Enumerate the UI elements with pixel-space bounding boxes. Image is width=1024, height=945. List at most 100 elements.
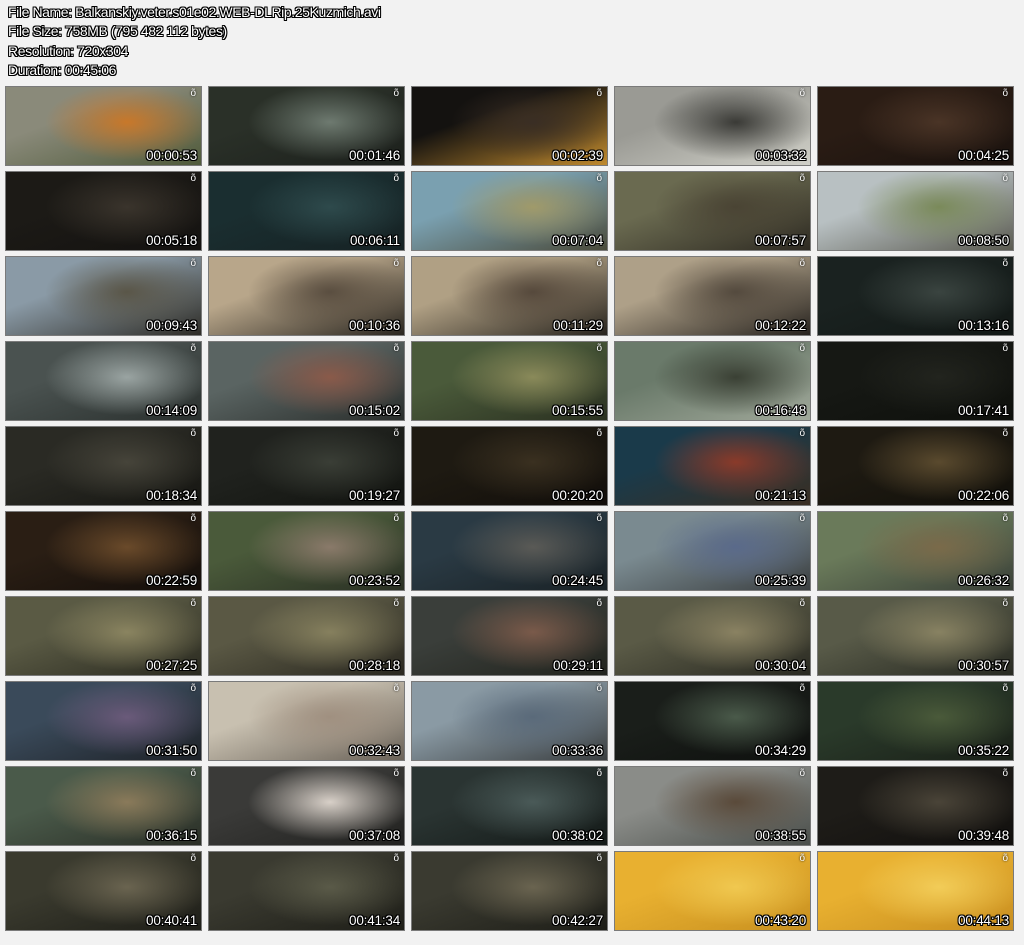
thumbnail-timestamp: 00:44:13 [958,913,1009,928]
tile-corner-icon: õ [190,768,196,779]
thumbnail-timestamp: 00:20:20 [552,488,603,503]
tile-corner-icon: õ [1002,173,1008,184]
thumbnail: õ 00:22:59 [5,511,202,591]
tile-corner-icon: õ [1002,428,1008,439]
tile-corner-icon: õ [190,88,196,99]
thumbnail-timestamp: 00:28:18 [349,658,400,673]
thumbnail-timestamp: 00:11:29 [553,318,603,333]
thumbnail-timestamp: 00:00:53 [146,148,197,163]
thumbnail-grid: õ 00:00:53 õ 00:01:46 õ 00:02:39 õ 00:03:32 õ 00:… [5,86,1019,931]
thumbnail: õ 00:26:32 [817,511,1014,591]
thumbnail: õ 00:24:45 [411,511,608,591]
thumbnail-timestamp: 00:42:27 [552,913,603,928]
thumbnail: õ 00:13:16 [817,256,1014,336]
thumbnail: õ 00:29:11 [411,596,608,676]
tile-corner-icon: õ [799,853,805,864]
tile-corner-icon: õ [393,513,399,524]
file-size-line: File Size: 758MB (795 482 112 bytes) [8,23,227,40]
thumbnail-timestamp: 00:07:04 [552,233,603,248]
thumbnail: õ 00:30:04 [614,596,811,676]
thumbnail: õ 00:35:22 [817,681,1014,761]
thumbnail-timestamp: 00:16:48 [755,403,806,418]
thumbnail: õ 00:32:43 [208,681,405,761]
tile-corner-icon: õ [799,683,805,694]
tile-corner-icon: õ [799,513,805,524]
thumbnail-timestamp: 00:40:41 [146,913,197,928]
thumbnail: õ 00:04:25 [817,86,1014,166]
tile-corner-icon: õ [596,598,602,609]
thumbnail-timestamp: 00:26:32 [958,573,1009,588]
tile-corner-icon: õ [393,343,399,354]
thumbnail-timestamp: 00:37:08 [349,828,400,843]
tile-corner-icon: õ [393,853,399,864]
thumbnail-timestamp: 00:19:27 [349,488,400,503]
thumbnail: õ 00:43:20 [614,851,811,931]
tile-corner-icon: õ [799,428,805,439]
tile-corner-icon: õ [799,598,805,609]
thumbnail-timestamp: 00:30:57 [958,658,1009,673]
thumbnail-timestamp: 00:23:52 [349,573,400,588]
thumbnail: õ 00:08:50 [817,171,1014,251]
tile-corner-icon: õ [393,428,399,439]
thumbnail-timestamp: 00:30:04 [755,658,806,673]
tile-corner-icon: õ [190,343,196,354]
thumbnail-timestamp: 00:38:55 [755,828,806,843]
thumbnail: õ 00:41:34 [208,851,405,931]
thumbnail-timestamp: 00:12:22 [755,318,806,333]
thumbnail-timestamp: 00:06:11 [350,233,400,248]
file-info-header: File Name: Balkanskiy.veter.s01e02.WEB-D… [8,3,1016,80]
thumbnail: õ 00:23:52 [208,511,405,591]
thumbnail: õ 00:15:55 [411,341,608,421]
thumbnail-timestamp: 00:18:34 [146,488,197,503]
tile-corner-icon: õ [190,598,196,609]
thumbnail: õ 00:16:48 [614,341,811,421]
tile-corner-icon: õ [799,258,805,269]
thumbnail-timestamp: 00:21:13 [755,488,806,503]
thumbnail-timestamp: 00:10:36 [349,318,400,333]
tile-corner-icon: õ [596,853,602,864]
thumbnail: õ 00:12:22 [614,256,811,336]
thumbnail: õ 00:39:48 [817,766,1014,846]
tile-corner-icon: õ [393,598,399,609]
thumbnail-timestamp: 00:04:25 [958,148,1009,163]
thumbnail: õ 00:05:18 [5,171,202,251]
tile-corner-icon: õ [1002,598,1008,609]
tile-corner-icon: õ [596,513,602,524]
tile-corner-icon: õ [596,173,602,184]
thumbnail: õ 00:37:08 [208,766,405,846]
tile-corner-icon: õ [190,428,196,439]
tile-corner-icon: õ [1002,88,1008,99]
thumbnail-timestamp: 00:13:16 [958,318,1009,333]
tile-corner-icon: õ [596,428,602,439]
thumbnail-timestamp: 00:27:25 [146,658,197,673]
thumbnail: õ 00:34:29 [614,681,811,761]
thumbnail: õ 00:07:04 [411,171,608,251]
thumbnail: õ 00:38:02 [411,766,608,846]
tile-corner-icon: õ [799,768,805,779]
thumbnail-timestamp: 00:39:48 [958,828,1009,843]
thumbnail: õ 00:22:06 [817,426,1014,506]
thumbnail-timestamp: 00:35:22 [958,743,1009,758]
tile-corner-icon: õ [393,88,399,99]
thumbnail: õ 00:30:57 [817,596,1014,676]
tile-corner-icon: õ [393,173,399,184]
thumbnail-timestamp: 00:32:43 [349,743,400,758]
thumbnail-timestamp: 00:05:18 [146,233,197,248]
duration-line: Duration: 00:45:06 [8,61,116,78]
thumbnail: õ 00:15:02 [208,341,405,421]
thumbnail-timestamp: 00:41:34 [349,913,400,928]
tile-corner-icon: õ [596,258,602,269]
thumbnail: õ 00:14:09 [5,341,202,421]
thumbnail: õ 00:00:53 [5,86,202,166]
tile-corner-icon: õ [190,683,196,694]
thumbnail-timestamp: 00:34:29 [755,743,806,758]
thumbnail-timestamp: 00:03:32 [755,148,806,163]
thumbnail-timestamp: 00:15:02 [349,403,400,418]
tile-corner-icon: õ [799,173,805,184]
thumbnail-timestamp: 00:29:11 [553,658,603,673]
thumbnail-timestamp: 00:22:59 [146,573,197,588]
tile-corner-icon: õ [596,343,602,354]
thumbnail: õ 00:01:46 [208,86,405,166]
file-name-line: File Name: Balkanskiy.veter.s01e02.WEB-D… [8,4,381,20]
thumbnail-timestamp: 00:14:09 [146,403,197,418]
